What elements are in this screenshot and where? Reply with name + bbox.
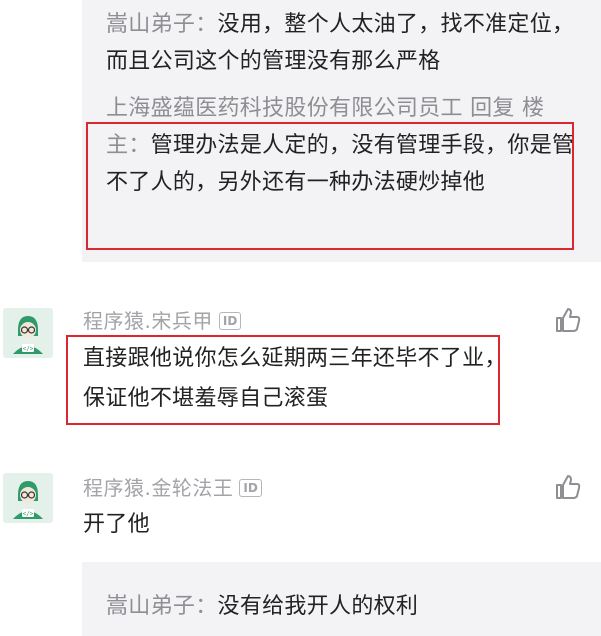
reply-item[interactable]: 嵩山弟子：没用，整个人太油了，找不准定位，而且公司这个的管理没有那么严格 (106, 6, 576, 80)
avatar-coder-icon: </> (13, 481, 43, 519)
id-badge: ID (239, 479, 262, 497)
comment-username[interactable]: 程序猿.金轮法王 ID (83, 474, 262, 502)
avatar[interactable]: </> (3, 308, 53, 358)
highlight-box (86, 122, 574, 250)
reply-author[interactable]: 嵩山弟子 (106, 12, 195, 37)
thumbs-up-icon (556, 475, 581, 499)
reply-text: 没有给我开人的权利 (217, 594, 419, 619)
svg-text:</>: </> (23, 511, 34, 518)
avatar[interactable]: </> (3, 473, 53, 523)
comment-text: 开了他 (83, 512, 150, 537)
avatar-coder-icon: </> (13, 316, 43, 354)
reply-author[interactable]: 嵩山弟子 (106, 594, 195, 619)
comment-username[interactable]: 程序猿.宋兵甲 ID (83, 307, 242, 335)
nested-replies-bottom: 嵩山弟子：没有给我开人的权利 (82, 562, 601, 636)
like-button[interactable] (553, 472, 583, 502)
like-button[interactable] (553, 305, 583, 335)
highlight-box (66, 335, 500, 425)
id-badge: ID (218, 312, 242, 330)
thumbs-up-icon (556, 308, 581, 332)
svg-text:</>: </> (23, 346, 34, 353)
reply-item[interactable]: 嵩山弟子：没有给我开人的权利 (106, 588, 576, 625)
